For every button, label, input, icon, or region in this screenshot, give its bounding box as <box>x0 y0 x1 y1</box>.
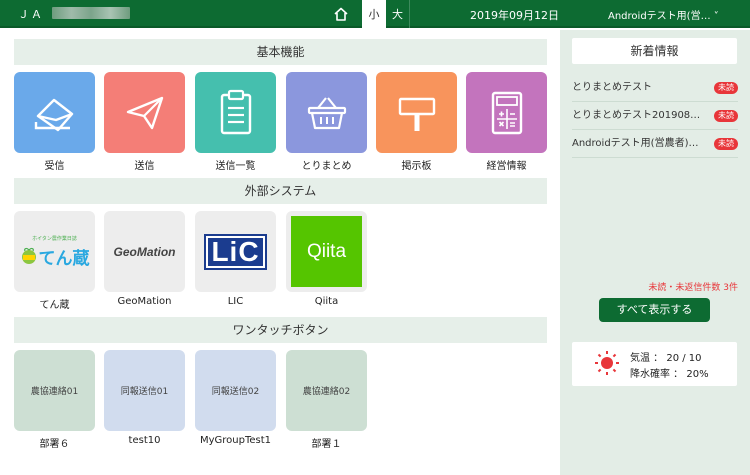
collect-label: とりまとめ <box>301 161 352 172</box>
onetouch-label: MyGroupTest1 <box>199 435 272 446</box>
weather-widget: 気温 ： 20 / 10 降水確率 ： 20% <box>572 342 737 386</box>
unread-badge: 未読 <box>714 138 738 150</box>
onetouch-tile[interactable]: 同報送信02 <box>195 350 276 431</box>
news-item[interactable]: Androidテスト用(営農者)… 未読 <box>572 130 738 158</box>
tenzo-tile[interactable]: ホイタン農作業日誌 てん蔵 <box>14 211 95 292</box>
unread-badge: 未読 <box>714 82 738 94</box>
geomation-tile[interactable]: GeoMation <box>104 211 185 292</box>
send-label: 送信 <box>134 161 155 172</box>
show-all-button[interactable]: すべて表示する <box>599 298 710 322</box>
qiita-logo-text: Qiita <box>306 240 347 262</box>
paper-plane-icon <box>126 96 163 129</box>
tenzo-logo: てん蔵 <box>20 244 90 269</box>
receive-tile[interactable] <box>14 72 95 153</box>
news-panel: 新着情報 とりまとめテスト 未読 とりまとめテスト201908… 未読 Andr… <box>560 30 750 475</box>
home-button[interactable] <box>330 3 352 25</box>
business-info-label: 経営情報 <box>486 161 527 172</box>
onetouch-tile-text: 同報送信01 <box>120 387 169 397</box>
geomation-label: GeoMation <box>117 296 172 307</box>
onetouch-tile[interactable]: 同報送信01 <box>104 350 185 431</box>
news-item-text: Androidテスト用(営農者)… <box>572 138 699 149</box>
current-date: 2019年09月12日 <box>470 9 559 22</box>
tenzo-logo-text: てん蔵 <box>38 248 90 269</box>
onetouch-tile-text: 同報送信02 <box>211 387 260 397</box>
tenzo-label: てん蔵 <box>39 300 70 311</box>
font-size-small-button[interactable]: 小 <box>362 0 386 28</box>
tenzo-logo-sub: ホイタン農作業日誌 <box>32 235 77 242</box>
qiita-label: Qiita <box>314 296 339 307</box>
receive-envelope-icon <box>34 98 73 131</box>
lic-logo: LiC <box>204 233 267 270</box>
blurred-org-name <box>52 7 130 19</box>
geomation-logo: GeoMation <box>113 244 176 259</box>
section-external-systems: 外部システム <box>14 178 547 204</box>
lic-tile[interactable]: LiC <box>195 211 276 292</box>
send-list-label: 送信一覧 <box>215 161 256 172</box>
clipboard-icon <box>220 89 251 134</box>
app-header: ＪＡ 小 大 2019年09月12日 Androidテスト用(営… ˅ <box>0 0 750 28</box>
calculator-icon <box>491 91 522 134</box>
news-item-text: とりまとめテスト201908… <box>572 110 700 121</box>
section-basic-functions: 基本機能 <box>14 39 547 65</box>
app-title: ＪＡ <box>18 8 44 21</box>
home-icon <box>334 7 348 21</box>
sun-icon <box>595 351 619 375</box>
onetouch-label: 部署１ <box>311 439 342 450</box>
news-title: 新着情報 <box>572 38 737 64</box>
section-one-touch-buttons: ワンタッチボタン <box>14 317 547 343</box>
receive-label: 受信 <box>44 161 65 172</box>
leaf-badge-icon <box>21 247 36 264</box>
onetouch-label: test10 <box>128 435 161 446</box>
onetouch-label: 部署６ <box>39 439 70 450</box>
send-list-tile[interactable] <box>195 72 276 153</box>
onetouch-tile[interactable]: 農協連絡01 <box>14 350 95 431</box>
font-size-large-button[interactable]: 大 <box>386 0 410 28</box>
temperature: 気温 ： 20 / 10 <box>630 353 702 364</box>
business-info-tile[interactable] <box>466 72 547 153</box>
user-menu[interactable]: Androidテスト用(営… ˅ <box>608 7 719 22</box>
bulletin-board-tile[interactable] <box>376 72 457 153</box>
send-tile[interactable] <box>104 72 185 153</box>
basket-icon <box>307 96 346 129</box>
lic-label: LIC <box>227 296 244 307</box>
onetouch-tile-text: 農協連絡02 <box>302 387 351 397</box>
bulletin-board-label: 掲示板 <box>401 161 432 172</box>
onetouch-tile-text: 農協連絡01 <box>30 387 79 397</box>
unread-badge: 未読 <box>714 110 738 122</box>
collect-tile[interactable] <box>286 72 367 153</box>
news-item[interactable]: とりまとめテスト201908… 未読 <box>572 102 738 130</box>
signboard-icon <box>398 97 435 131</box>
qiita-tile[interactable]: Qiita <box>286 211 367 292</box>
news-item[interactable]: とりまとめテスト 未読 <box>572 74 738 102</box>
qiita-logo: Qiita <box>291 216 362 287</box>
news-item-text: とりまとめテスト <box>572 82 652 93</box>
unread-count: 未読・未返信件数 3件 <box>648 283 738 293</box>
precipitation: 降水確率 ： 20% <box>630 369 709 380</box>
onetouch-tile[interactable]: 農協連絡02 <box>286 350 367 431</box>
main-content: 基本機能 受信 送信 送信一覧 とりまとめ 掲示板 経営情報 外部システム ホイ… <box>0 30 560 475</box>
